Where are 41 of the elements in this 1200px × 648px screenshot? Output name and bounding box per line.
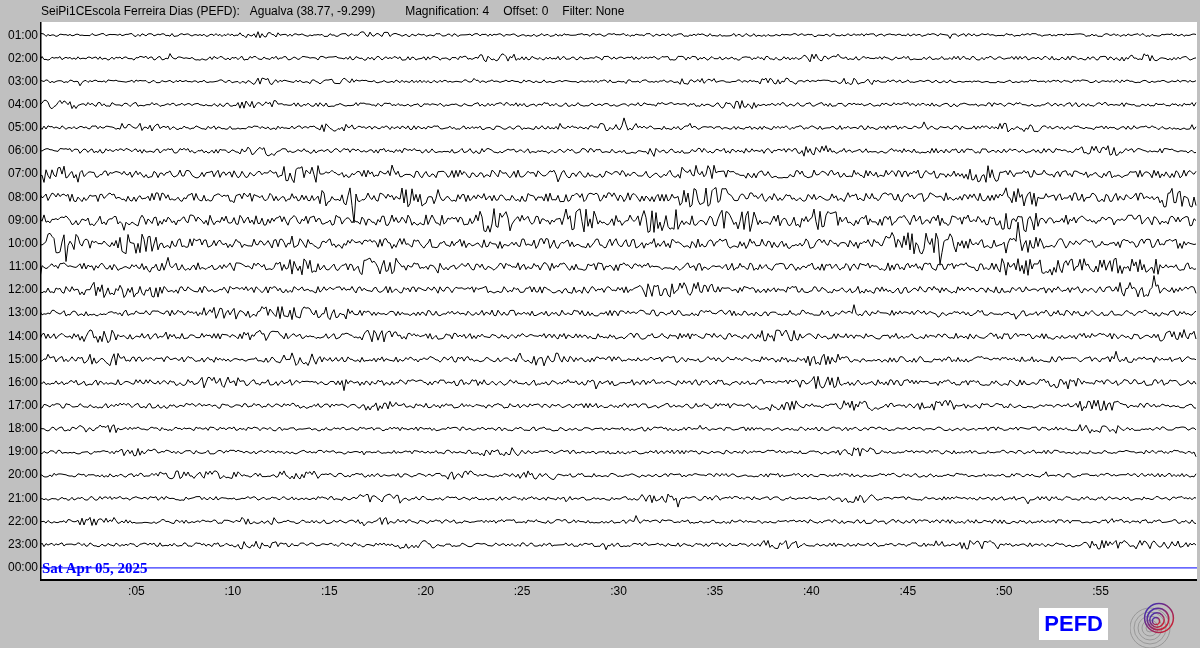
hour-label: 00:00 bbox=[6, 559, 39, 577]
header-text: Agualva (38.77, -9.299) bbox=[249, 4, 376, 18]
minute-tick-label: :55 bbox=[1092, 584, 1109, 598]
hour-label: 01:00 bbox=[6, 26, 39, 44]
hour-label: 19:00 bbox=[6, 443, 39, 461]
hour-label: 14:00 bbox=[6, 327, 39, 345]
hour-label: 15:00 bbox=[6, 350, 39, 368]
header-text: Filter: None bbox=[562, 4, 625, 18]
minute-tick-label: :35 bbox=[706, 584, 724, 598]
header-text: Magnification: 4 bbox=[405, 4, 490, 18]
hour-label: 02:00 bbox=[6, 49, 39, 67]
hour-label: 20:00 bbox=[6, 466, 39, 484]
hour-label: 13:00 bbox=[6, 304, 39, 322]
hour-label: 10:00 bbox=[6, 234, 39, 252]
hour-label: 16:00 bbox=[6, 373, 39, 391]
hour-label: 05:00 bbox=[6, 119, 39, 137]
header-text: Offset: 0 bbox=[503, 4, 549, 18]
hour-label: 21:00 bbox=[6, 489, 39, 507]
hour-label: 11:00 bbox=[7, 258, 39, 276]
minute-tick-label: :25 bbox=[513, 584, 531, 598]
minute-tick-label: :20 bbox=[417, 584, 434, 598]
hour-label: 18:00 bbox=[6, 420, 39, 438]
hour-label: 17:00 bbox=[6, 397, 39, 414]
hour-label: 03:00 bbox=[6, 72, 39, 90]
minute-tick-label: :50 bbox=[995, 584, 1013, 598]
hour-label: 22:00 bbox=[6, 512, 39, 530]
minute-tick-label: :45 bbox=[899, 584, 917, 598]
minute-tick-label: :30 bbox=[610, 584, 627, 598]
minute-tick-label: :10 bbox=[224, 584, 242, 598]
minute-tick-label: :05 bbox=[128, 584, 145, 598]
station-badge: PEFD bbox=[1039, 608, 1108, 640]
hour-label: 09:00 bbox=[6, 211, 39, 229]
hour-label: 23:00 bbox=[6, 535, 39, 553]
header-text: SeiPi1CEscola Ferreira Dias (PEFD): bbox=[41, 4, 240, 18]
minute-tick-label: :40 bbox=[803, 584, 820, 598]
hour-label: 12:00 bbox=[6, 281, 39, 299]
hour-label: 04:00 bbox=[6, 95, 39, 113]
hour-label: 07:00 bbox=[6, 165, 39, 183]
minute-tick-label: :15 bbox=[320, 584, 338, 598]
hour-label: 06:00 bbox=[6, 142, 39, 160]
hour-label: 08:00 bbox=[6, 188, 39, 206]
